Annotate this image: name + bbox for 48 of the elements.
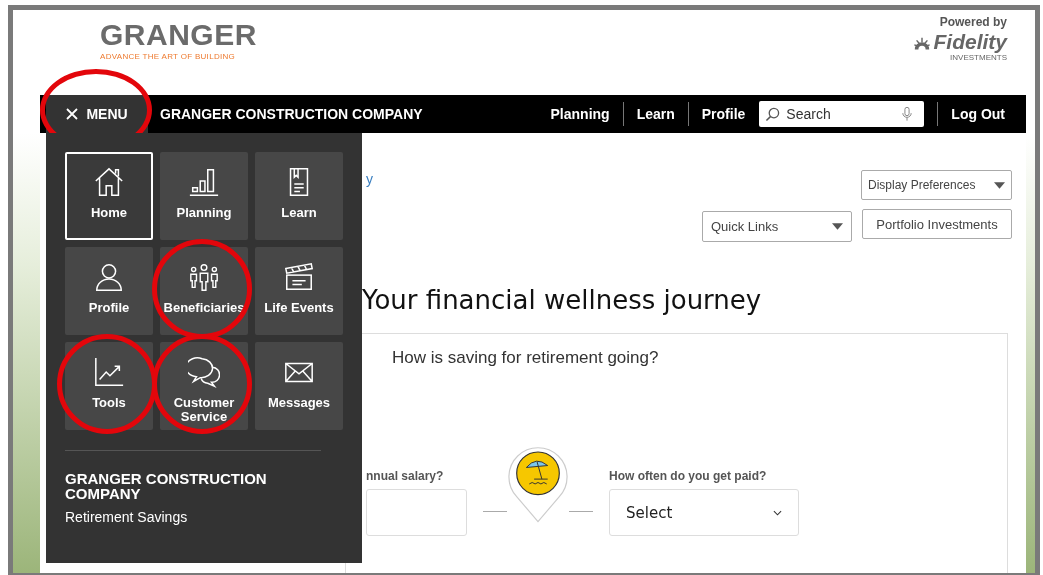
home-icon	[93, 166, 125, 198]
plan-name[interactable]: Retirement Savings	[65, 509, 362, 525]
partner-logo: Fidelity	[933, 31, 1007, 53]
pay-frequency-select[interactable]: Select	[609, 489, 799, 536]
field-label: How often do you get paid?	[609, 469, 768, 483]
menu-tile[interactable]: Tools	[65, 342, 153, 430]
link[interactable]: y	[366, 171, 373, 187]
nav-link[interactable]: Planning	[537, 106, 623, 122]
logo-tagline: ADVANCE THE ART OF BUILDING	[100, 52, 237, 61]
menu-tile[interactable]: Profile	[65, 247, 153, 335]
question-text: How is saving for retirement going?	[392, 348, 660, 368]
connector-line	[483, 511, 507, 512]
menu-tile[interactable]: Beneficiaries	[160, 247, 248, 335]
menu-tile[interactable]: Customer Service	[160, 342, 248, 430]
company-name: GRANGER CONSTRUCTION COMPANY	[65, 471, 268, 501]
connector-line	[569, 511, 593, 512]
microphone-icon[interactable]	[902, 106, 913, 122]
close-icon	[66, 108, 79, 120]
company-logo[interactable]: GRANGER	[100, 18, 257, 52]
nav-link[interactable]: Learn	[623, 106, 688, 122]
person-icon	[93, 261, 125, 293]
chevron-down-icon	[773, 509, 782, 516]
line-chart-icon	[93, 356, 125, 388]
menu-button[interactable]: MENU	[46, 95, 148, 133]
search-field[interactable]: Search	[759, 101, 925, 127]
caret-icon	[832, 223, 843, 230]
bar-chart-icon	[188, 166, 220, 198]
chat-bubbles-icon	[188, 356, 220, 388]
quick-links-dropdown[interactable]: Quick Links	[702, 211, 852, 242]
input-field[interactable]	[366, 489, 467, 536]
company-name: GRANGER CONSTRUCTION COMPANY	[160, 106, 423, 122]
partner-tagline: INVESTMENTS	[950, 53, 1007, 62]
powered-by-text: Powered by	[939, 15, 1007, 29]
field-label: nnual salary?	[366, 469, 445, 483]
menu-tile[interactable]: Planning	[160, 152, 248, 240]
search-icon	[765, 106, 781, 122]
portfolio-button[interactable]: Portfolio Investments	[862, 209, 1012, 239]
clapperboard-icon	[283, 261, 315, 293]
menu-tile[interactable]: Messages	[255, 342, 343, 430]
menu-tile[interactable]: Learn	[255, 152, 343, 240]
display-preferences-dropdown[interactable]: Display Preferences	[861, 170, 1012, 200]
menu-tile[interactable]: Life Events	[255, 247, 343, 335]
logout-link[interactable]: Log Out	[938, 106, 1018, 122]
people-icon	[188, 261, 220, 293]
nav-link[interactable]: Profile	[688, 106, 759, 122]
caret-icon	[994, 181, 1005, 189]
page-heading: Your financial wellness journey	[362, 285, 763, 315]
menu-tile[interactable]: Home	[65, 152, 153, 240]
